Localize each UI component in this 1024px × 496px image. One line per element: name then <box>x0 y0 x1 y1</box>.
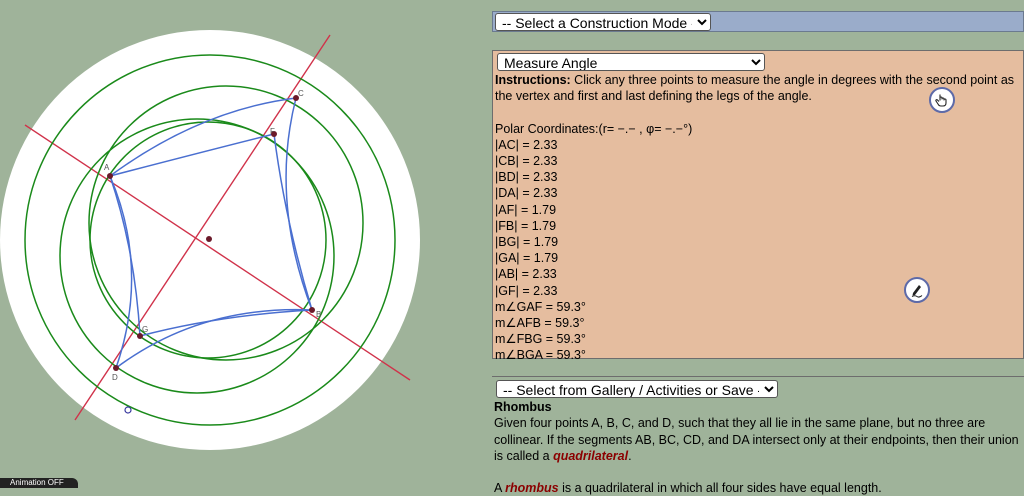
gallery-p2-start: A <box>494 481 506 496</box>
measurement-item: |FB| = 1.79 <box>495 218 557 233</box>
measure-panel: Measure Angle Instructions: Click any th… <box>492 50 1024 362</box>
gallery-paragraph-1: Given four points A, B, C, and D, such t… <box>494 415 1022 464</box>
measurement-item: m∠GAF = 59.3° <box>495 299 586 314</box>
polar-coordinates: Polar Coordinates:(r= −.− , φ= −.−°) <box>495 121 693 136</box>
measurement-item: |AF| = 1.79 <box>495 202 557 217</box>
measurement-list: |AC| = 2.33 |CB| = 2.33 |BD| = 2.33 |DA|… <box>495 137 1021 364</box>
gallery-panel: -- Select from Gallery / Activities or S… <box>492 376 1024 495</box>
hand-pointer-button[interactable] <box>929 87 955 113</box>
measure-mode-select[interactable]: Measure Angle <box>497 53 765 71</box>
label-b: B <box>316 310 321 319</box>
measurement-item: |AB| = 2.33 <box>495 267 557 282</box>
point-b[interactable] <box>309 307 315 313</box>
gallery-paragraph-2: A rhombus is a quadrilateral in which al… <box>494 480 1022 496</box>
gallery-select[interactable]: -- Select from Gallery / Activities or S… <box>496 380 778 398</box>
point-d[interactable] <box>113 365 119 371</box>
measurement-item: |CB| = 2.33 <box>495 154 558 169</box>
label-d: D <box>112 373 118 382</box>
measurement-item: |GF| = 2.33 <box>495 283 558 298</box>
gallery-title: Rhombus <box>494 400 552 415</box>
point-a[interactable] <box>107 173 113 179</box>
hand-pointer-icon <box>935 94 947 107</box>
pen-button[interactable] <box>904 277 930 303</box>
label-f: F <box>270 127 275 136</box>
measurement-item: |BD| = 2.33 <box>495 170 558 185</box>
pen-icon <box>911 285 923 298</box>
label-a: A <box>104 163 110 172</box>
geometry-canvas[interactable]: A B C D F G Animation OFF <box>0 0 480 488</box>
measurement-item: m∠BGA = 59.3° <box>495 348 586 363</box>
animation-toggle-button[interactable]: Animation OFF <box>0 478 78 488</box>
rhombus-link[interactable]: rhombus <box>505 481 558 495</box>
instructions-label: Instructions: <box>495 73 571 88</box>
gallery-p2-text: is a quadrilateral in which all four sid… <box>558 481 882 496</box>
label-g: G <box>142 325 148 334</box>
measurement-item: m∠FBG = 59.3° <box>495 332 586 347</box>
measurement-item: |BG| = 1.79 <box>495 235 559 250</box>
measurement-item: m∠AFB = 59.3° <box>495 316 585 331</box>
label-c: C <box>298 89 304 98</box>
measurement-item: |AC| = 2.33 <box>495 137 558 152</box>
construction-mode-select[interactable]: -- Select a Construction Mode -- <box>495 13 711 31</box>
measurement-item: |DA| = 2.33 <box>495 186 558 201</box>
point-center[interactable] <box>206 236 212 242</box>
measurement-item: |GA| = 1.79 <box>495 251 559 266</box>
gallery-p1-end: . <box>628 448 632 463</box>
quadrilateral-link[interactable]: quadrilateral <box>553 449 628 463</box>
construction-mode-bar: -- Select a Construction Mode -- <box>492 11 1024 32</box>
